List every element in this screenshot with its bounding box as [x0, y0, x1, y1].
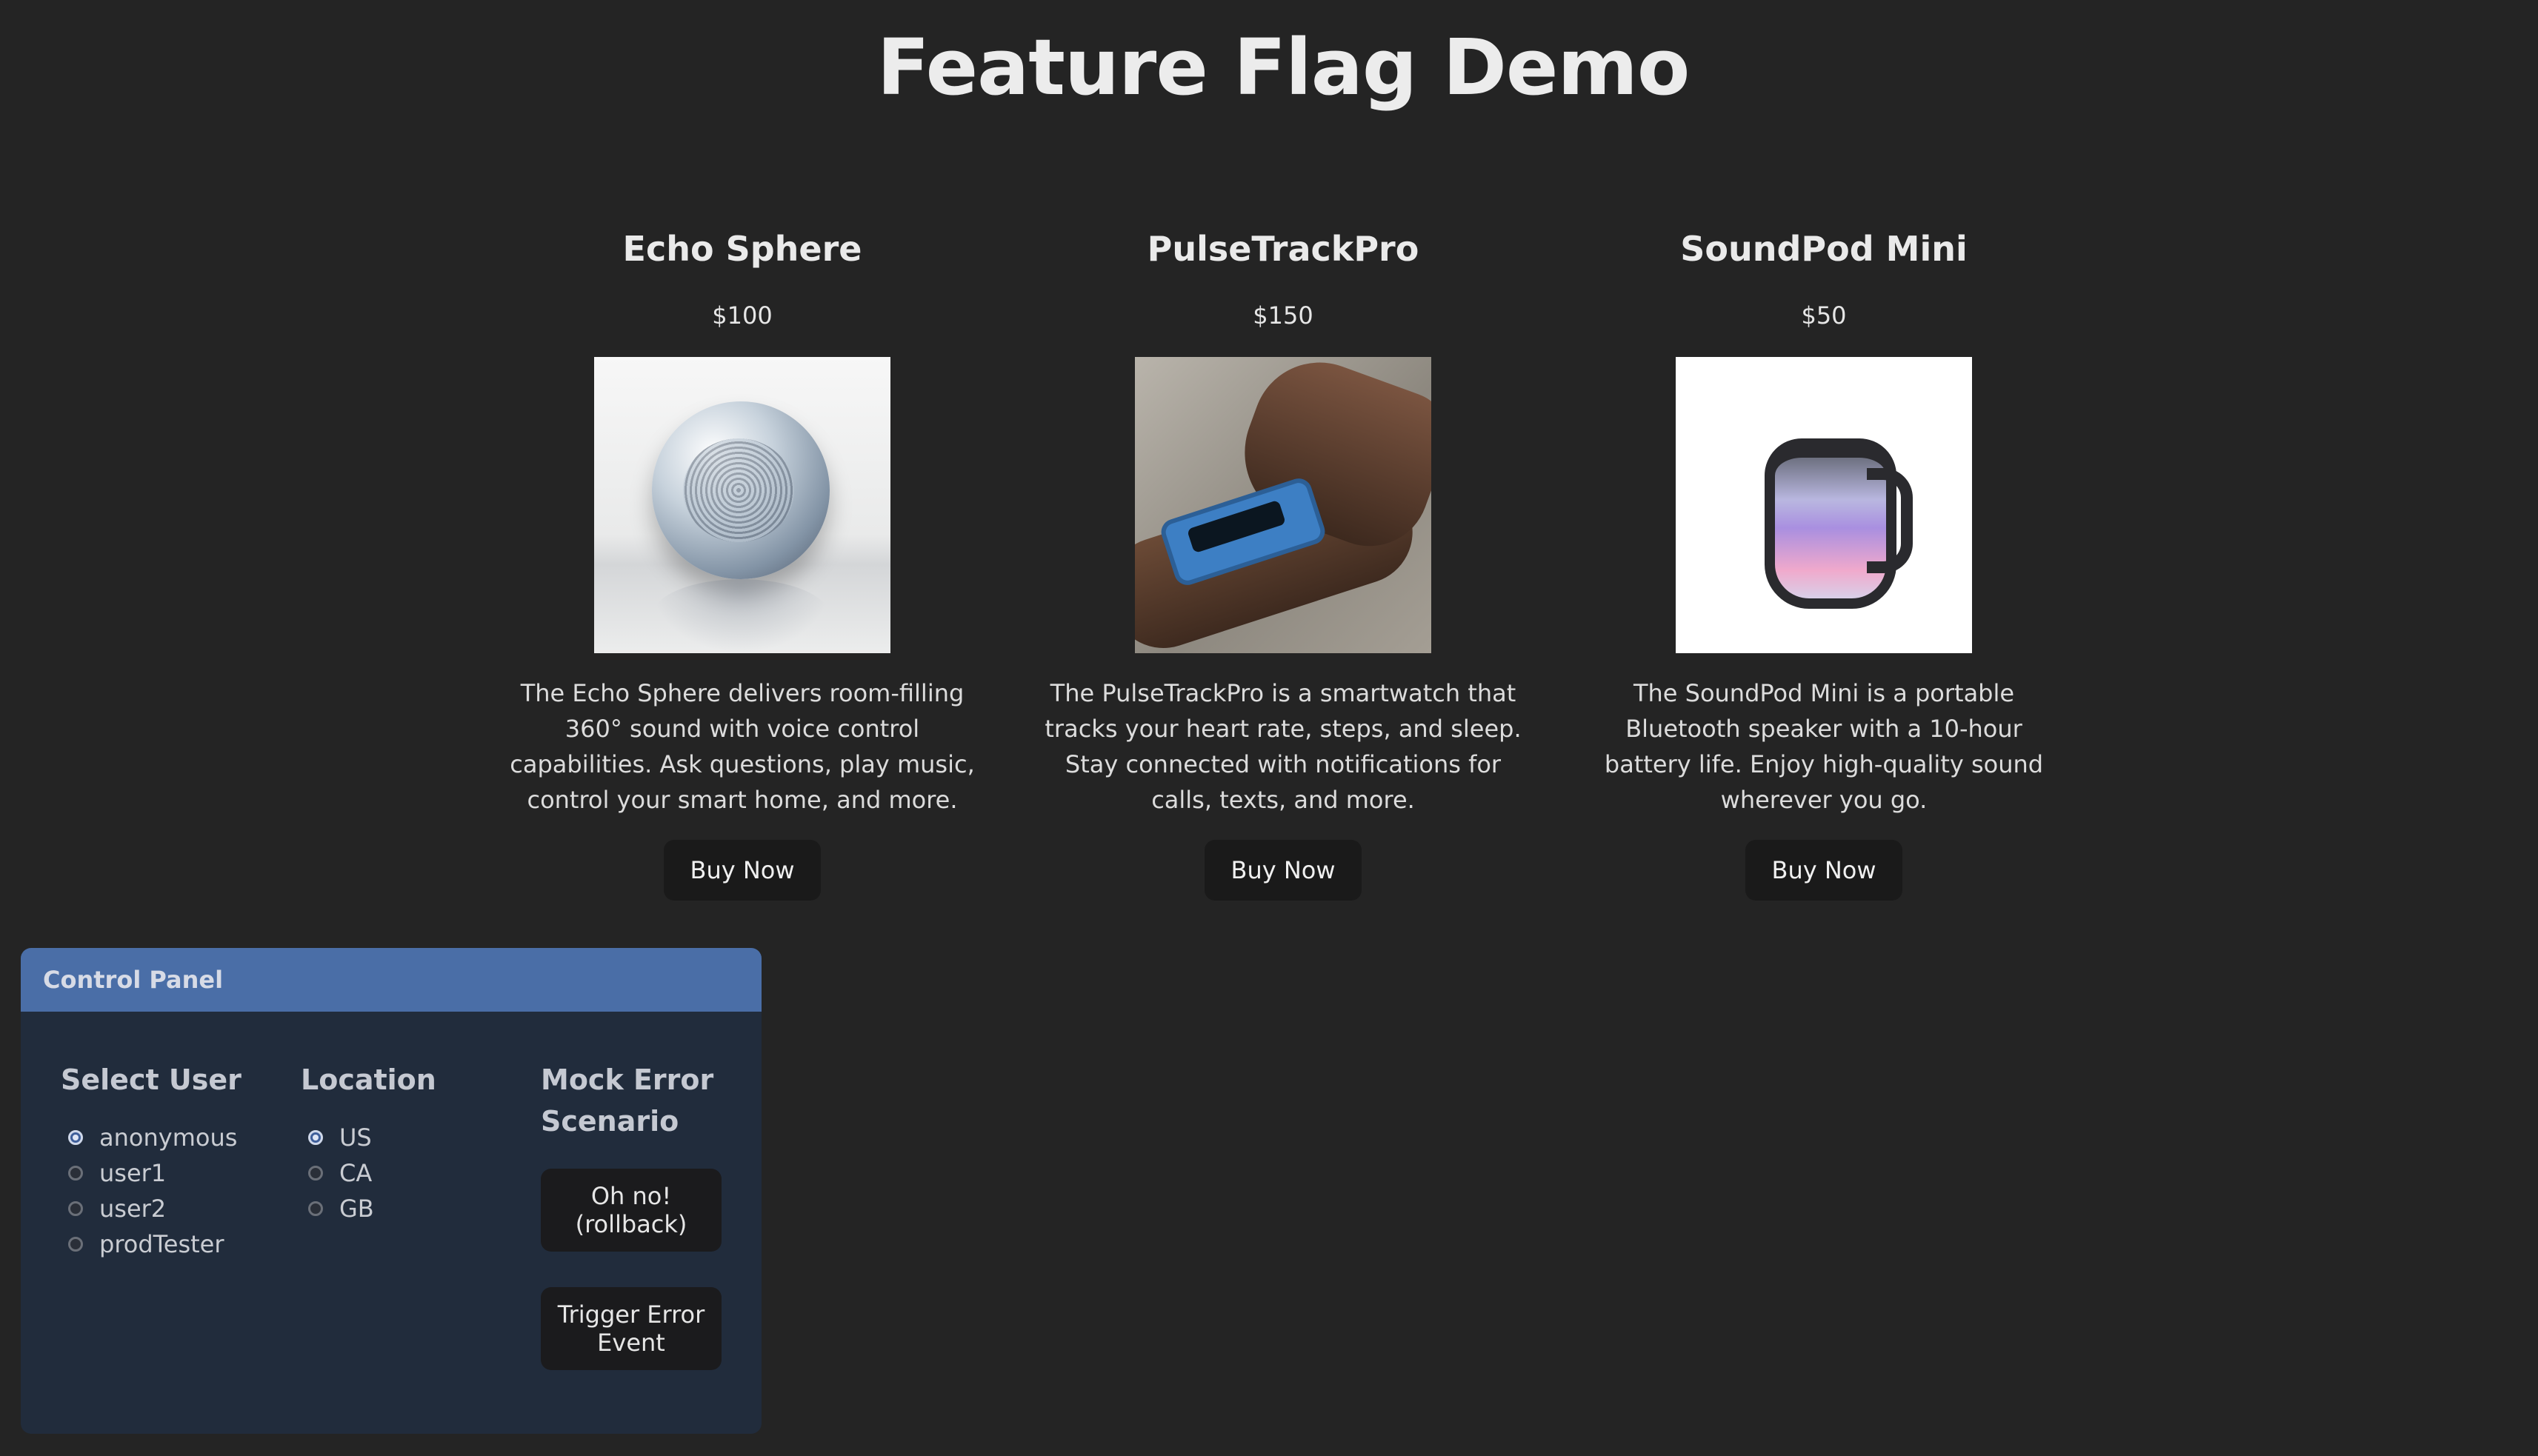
- portable-speaker-image: [1676, 357, 1972, 653]
- mock-error-heading: Mock Error Scenario: [541, 1063, 714, 1138]
- control-panel-title: Control Panel: [21, 948, 762, 1012]
- speaker-sphere-image: [594, 357, 890, 653]
- control-panel: Control Panel Select User anonymous user…: [21, 948, 762, 1434]
- trigger-error-event-button[interactable]: Trigger Error Event: [541, 1287, 722, 1370]
- product-card-soundpod-mini: SoundPod Mini $50 The SoundPod Mini is a…: [1572, 219, 2076, 901]
- buy-now-button[interactable]: Buy Now: [1205, 840, 1362, 901]
- product-price: $150: [1253, 301, 1313, 330]
- product-name: SoundPod Mini: [1680, 229, 1968, 269]
- user-option-prodtester[interactable]: prodTester: [68, 1226, 283, 1262]
- location-heading: Location: [301, 1063, 436, 1096]
- user-option-user2[interactable]: user2: [68, 1191, 283, 1226]
- select-user-heading: Select User: [61, 1063, 242, 1096]
- product-name: PulseTrackPro: [1147, 229, 1419, 269]
- product-description: The PulseTrackPro is a smartwatch that t…: [1045, 679, 1522, 814]
- product-price: $100: [712, 301, 773, 330]
- smartwatch-wrist-image: [1135, 357, 1431, 653]
- radio-icon[interactable]: [308, 1166, 323, 1181]
- location-option-us[interactable]: US: [308, 1120, 523, 1155]
- radio-selected-icon[interactable]: [68, 1130, 83, 1145]
- buy-now-button[interactable]: Buy Now: [1745, 840, 1902, 901]
- product-name: Echo Sphere: [622, 229, 862, 269]
- user-option-anonymous[interactable]: anonymous: [68, 1120, 283, 1155]
- product-description: The SoundPod Mini is a portable Bluetoot…: [1604, 679, 2044, 814]
- buy-now-button[interactable]: Buy Now: [664, 840, 821, 901]
- user-option-user1[interactable]: user1: [68, 1155, 283, 1191]
- product-price: $50: [1801, 301, 1847, 330]
- radio-icon[interactable]: [68, 1166, 83, 1181]
- radio-selected-icon[interactable]: [308, 1130, 323, 1145]
- product-card-echo-sphere: Echo Sphere $100 The Echo Sphere deliver…: [490, 219, 994, 901]
- mock-error-group: Mock Error Scenario Oh no! (rollback) Tr…: [541, 1059, 733, 1370]
- location-option-gb[interactable]: GB: [308, 1191, 523, 1226]
- location-option-ca[interactable]: CA: [308, 1155, 523, 1191]
- radio-icon[interactable]: [68, 1237, 83, 1252]
- rollback-button[interactable]: Oh no! (rollback): [541, 1169, 722, 1252]
- radio-icon[interactable]: [308, 1201, 323, 1216]
- product-description: The Echo Sphere delivers room-filling 36…: [510, 679, 975, 814]
- location-group: Location US CA GB: [301, 1059, 523, 1226]
- product-card-pulsetrackpro: PulseTrackPro $150 The PulseTrackPro is …: [1031, 219, 1535, 901]
- radio-icon[interactable]: [68, 1201, 83, 1216]
- select-user-group: Select User anonymous user1 user2 prodTe…: [61, 1059, 283, 1262]
